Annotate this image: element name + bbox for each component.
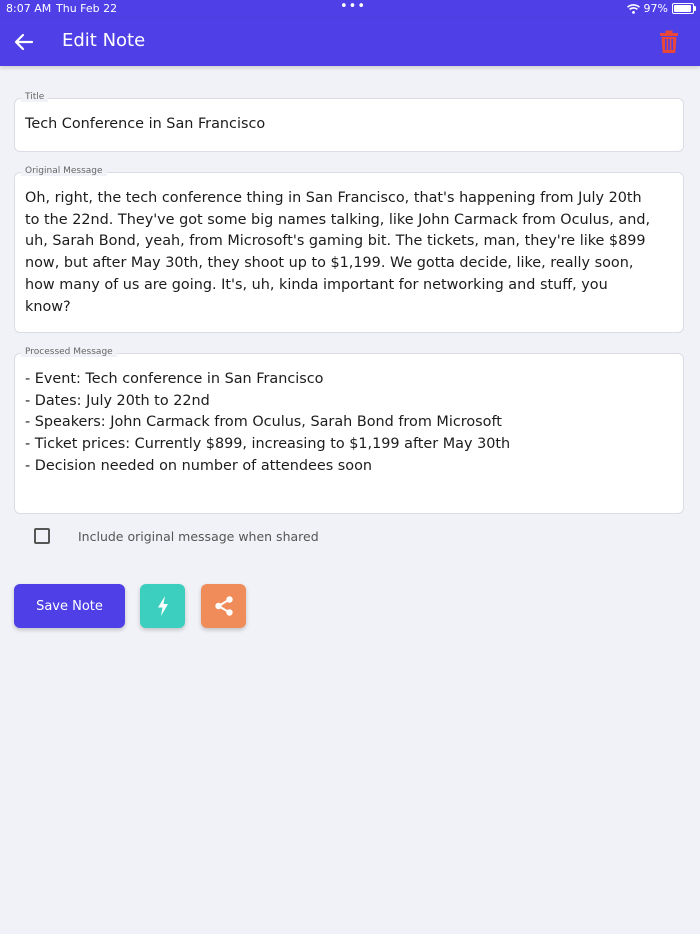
status-time: 8:07 AM	[6, 2, 52, 15]
lightning-bolt-icon	[157, 596, 168, 616]
status-date: Thu Feb 22	[56, 2, 118, 15]
share-button[interactable]	[201, 584, 246, 628]
processed-message-input[interactable]: - Event: Tech conference in San Francisc…	[15, 354, 683, 478]
back-button[interactable]	[12, 30, 36, 54]
status-bar: 8:07 AM Thu Feb 22 ••• 97%	[0, 0, 700, 18]
arrow-left-icon	[14, 33, 34, 51]
wifi-icon	[626, 3, 640, 14]
include-original-row: Include original message when shared	[34, 528, 319, 544]
include-original-label[interactable]: Include original message when shared	[78, 529, 319, 544]
process-button[interactable]	[140, 584, 185, 628]
save-button[interactable]: Save Note	[14, 584, 125, 628]
original-message-label: Original Message	[21, 166, 107, 176]
title-label: Title	[21, 92, 49, 102]
status-indicators: 97%	[626, 2, 696, 15]
title-input[interactable]: Tech Conference in San Francisco	[15, 99, 683, 136]
title-field[interactable]: Title Tech Conference in San Francisco	[14, 92, 684, 152]
battery-icon	[672, 3, 696, 14]
app-bar: Edit Note	[0, 18, 700, 66]
battery-percent: 97%	[643, 2, 668, 15]
delete-button[interactable]	[658, 30, 680, 54]
trash-icon	[660, 30, 678, 53]
original-message-input[interactable]: Oh, right, the tech conference thing in …	[15, 173, 683, 318]
share-icon	[214, 596, 233, 616]
include-original-checkbox[interactable]	[34, 528, 50, 544]
multitasking-dots-icon[interactable]: •••	[340, 0, 366, 14]
page-title: Edit Note	[62, 30, 146, 51]
original-message-field[interactable]: Original Message Oh, right, the tech con…	[14, 166, 684, 333]
processed-message-field[interactable]: Processed Message - Event: Tech conferen…	[14, 347, 684, 514]
processed-message-label: Processed Message	[21, 347, 117, 357]
